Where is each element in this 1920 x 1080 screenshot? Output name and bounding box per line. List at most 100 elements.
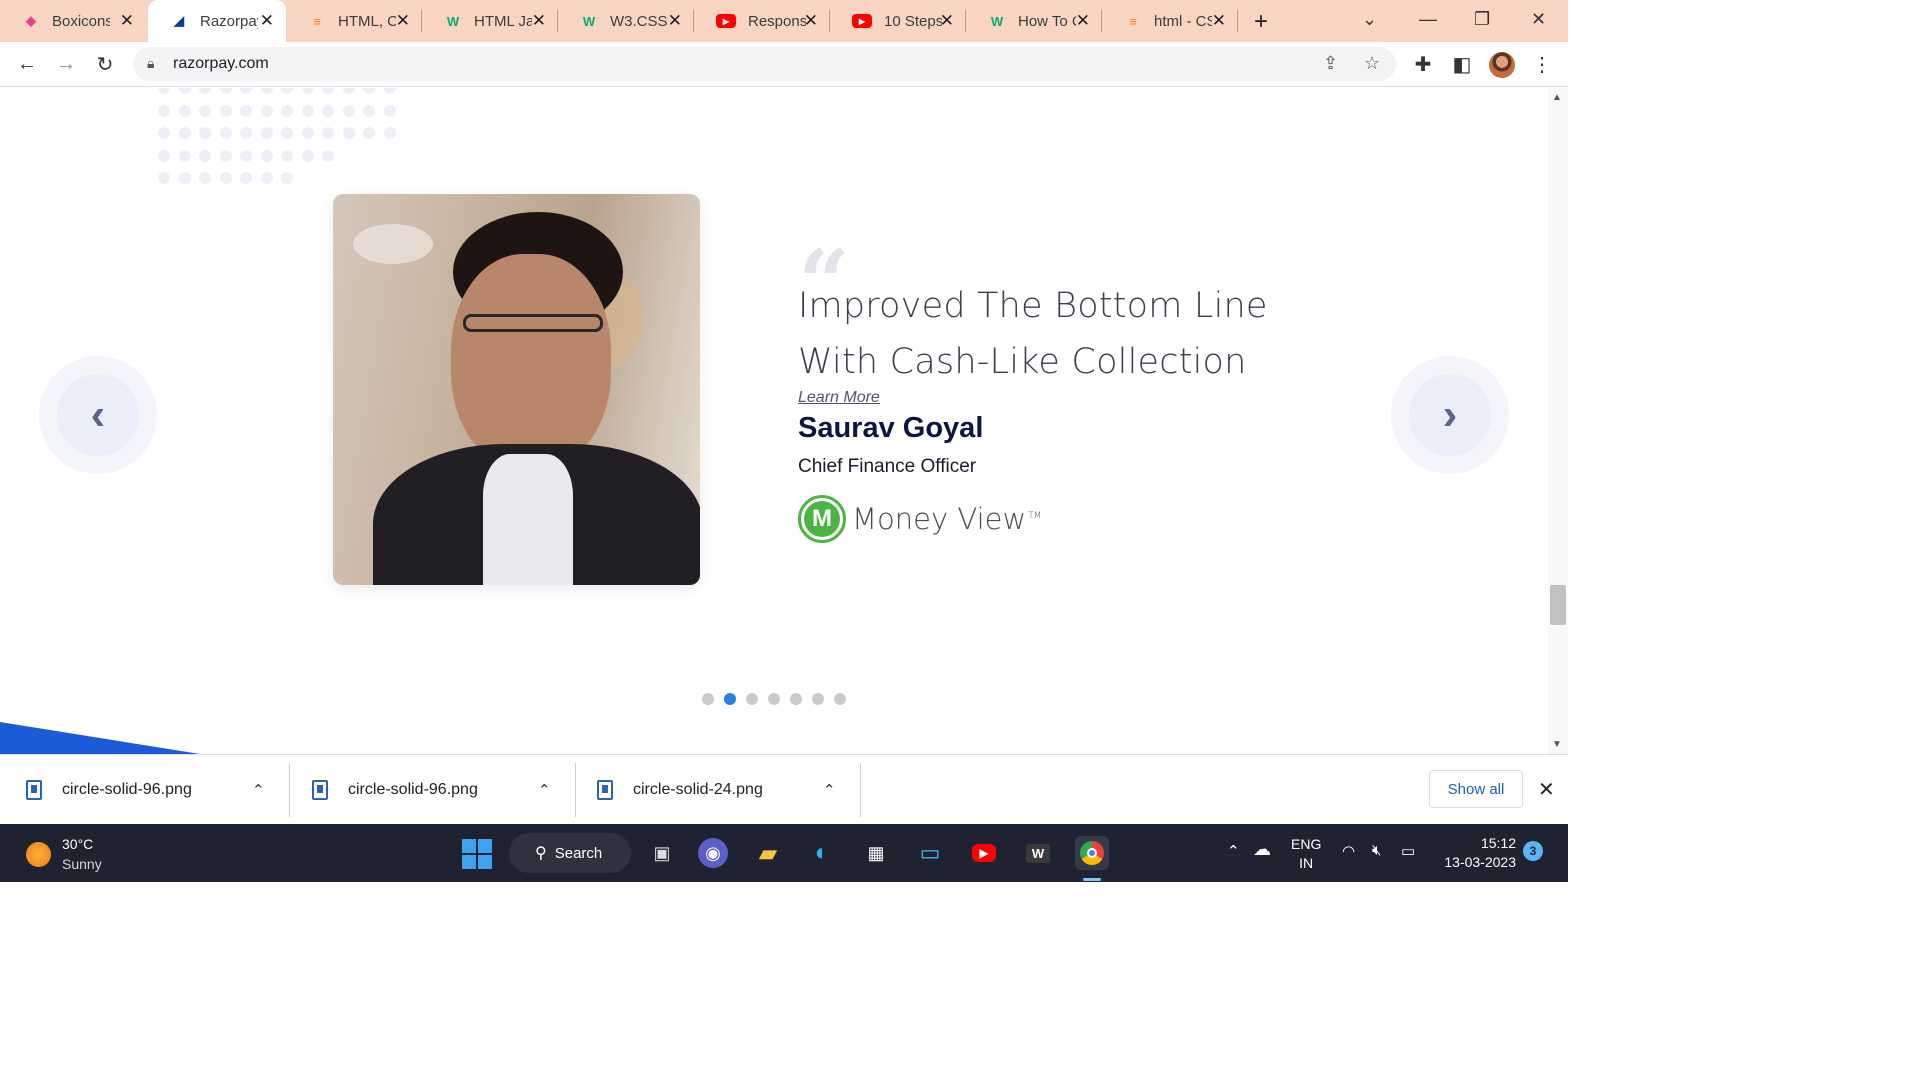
address-bar[interactable]: 🔒︎ razorpay.com ⇪ ☆	[133, 47, 1396, 81]
close-tab-icon[interactable]: ✕	[668, 12, 682, 30]
tab-10-steps[interactable]: ▶ 10 Steps ✕	[830, 0, 966, 42]
chevron-up-icon[interactable]: ⌃	[538, 781, 551, 799]
decorative-dot	[219, 88, 232, 94]
restore-button[interactable]: ❐	[1474, 9, 1490, 30]
close-shelf-icon[interactable]: ✕	[1538, 777, 1555, 802]
decorative-dot	[383, 88, 396, 94]
share-icon[interactable]: ⇪	[1323, 53, 1338, 74]
reload-icon[interactable]: ↻	[92, 51, 118, 77]
chevron-up-icon[interactable]: ⌃	[1227, 842, 1240, 860]
word-app-icon[interactable]: W	[1021, 836, 1055, 870]
close-tab-icon[interactable]: ✕	[396, 12, 410, 30]
tab-search-icon[interactable]: ⌄	[1362, 9, 1377, 30]
chevron-up-icon[interactable]: ⌃	[823, 781, 836, 799]
page-scrollbar[interactable]: ▲ ▼	[1548, 88, 1568, 754]
close-tab-icon[interactable]: ✕	[120, 12, 134, 30]
decorative-dot	[301, 149, 314, 162]
back-icon[interactable]: ←	[14, 51, 40, 77]
active-app-indicator	[1083, 878, 1101, 881]
scrollbar-thumb[interactable]	[1550, 585, 1566, 625]
quote-line-2: With Cash-Like Collection	[798, 342, 1247, 382]
carousel-dot[interactable]	[768, 693, 780, 705]
tab-title: Razorpay	[200, 12, 258, 30]
youtube-app-icon[interactable]: ▶	[967, 836, 1001, 870]
close-tab-icon[interactable]: ✕	[1076, 12, 1090, 30]
carousel-dot[interactable]	[746, 693, 758, 705]
microsoft-store-icon[interactable]: ▦	[859, 836, 893, 870]
url-text[interactable]: razorpay.com	[173, 55, 269, 73]
tab-responsive[interactable]: ▶ Responsi ✕	[694, 0, 830, 42]
taskbar-search[interactable]: ⚲ Search	[509, 833, 631, 873]
testimonial-quote: Improved The Bottom Line With Cash-Like …	[798, 278, 1318, 390]
system-clock[interactable]: 15:12 13-03-2023	[1440, 834, 1516, 872]
chevron-up-icon[interactable]: ⌃	[252, 781, 265, 799]
onedrive-cloud-icon[interactable]: ☁	[1253, 839, 1271, 860]
wifi-icon[interactable]: ◠	[1342, 842, 1355, 860]
new-tab-button[interactable]: +	[1254, 8, 1268, 36]
decorative-dot	[281, 127, 293, 139]
scroll-up-icon[interactable]: ▲	[1552, 92, 1562, 103]
forward-icon[interactable]: →	[53, 51, 79, 77]
extensions-icon[interactable]: ✚	[1410, 51, 1436, 77]
carousel-dot[interactable]	[702, 693, 714, 705]
decorative-dot	[178, 104, 191, 117]
download-item[interactable]: circle-solid-96.png ⌃	[26, 755, 290, 825]
carousel-dot[interactable]	[724, 693, 736, 705]
decorative-dot	[240, 149, 252, 162]
decorative-dot	[322, 127, 334, 139]
divider	[289, 763, 290, 817]
show-all-button[interactable]: Show all	[1429, 770, 1523, 808]
close-window-button[interactable]: ✕	[1531, 9, 1546, 30]
decorative-dot	[322, 149, 334, 162]
download-filename: circle-solid-24.png	[633, 781, 763, 798]
remote-desktop-icon[interactable]: ▭	[913, 836, 947, 870]
edge-browser-icon[interactable]: ◐	[805, 836, 839, 870]
teams-chat-icon[interactable]: ◉	[698, 838, 728, 868]
decorative-dot	[383, 127, 396, 139]
carousel-prev-button[interactable]: ‹	[39, 356, 157, 474]
language-indicator[interactable]: ENG IN	[1291, 835, 1321, 873]
tab-title: HTML Ja	[474, 12, 532, 30]
download-item[interactable]: circle-solid-24.png ⌃	[597, 755, 861, 825]
carousel-dot[interactable]	[790, 693, 802, 705]
carousel-dot[interactable]	[812, 693, 824, 705]
profile-avatar[interactable]	[1489, 52, 1515, 78]
tab-razorpay[interactable]: ◢ Razorpay ✕	[148, 0, 286, 42]
tab-html-cs[interactable]: ≡ html - CS ✕	[1102, 0, 1238, 42]
close-tab-icon[interactable]: ✕	[260, 12, 274, 30]
decorative-dot	[363, 88, 375, 94]
decorative-dot	[260, 172, 273, 184]
learn-more-link[interactable]: Learn More	[798, 389, 880, 407]
file-explorer-icon[interactable]: ▰	[751, 836, 785, 870]
speaker-muted-icon[interactable]: 🔇︎	[1372, 842, 1381, 859]
tab-boxicons[interactable]: ◆ Boxicons ✕	[0, 0, 146, 42]
battery-icon[interactable]: ▭	[1401, 842, 1415, 860]
download-item[interactable]: circle-solid-96.png ⌃	[312, 755, 576, 825]
tab-how-to[interactable]: W How To C ✕	[966, 0, 1102, 42]
task-view-icon[interactable]: ▣	[645, 836, 679, 870]
weather-widget[interactable]: 30°C Sunny	[26, 834, 102, 874]
bookmark-star-icon[interactable]: ☆	[1364, 53, 1380, 74]
windows-start-icon[interactable]	[462, 839, 492, 869]
carousel-next-button[interactable]: ›	[1391, 356, 1509, 474]
minimize-button[interactable]: —	[1419, 9, 1437, 30]
tab-html-ja[interactable]: W HTML Ja ✕	[422, 0, 558, 42]
notification-badge[interactable]: 3	[1523, 841, 1543, 861]
tab-separator	[1237, 10, 1238, 32]
close-tab-icon[interactable]: ✕	[804, 12, 818, 30]
stackoverflow-icon: ≡	[1129, 13, 1137, 29]
decorative-dot	[158, 149, 170, 162]
tab-w3css[interactable]: W W3.CSS S ✕	[558, 0, 694, 42]
decorative-dot	[199, 172, 211, 184]
lock-icon[interactable]: 🔒︎	[147, 55, 154, 72]
tab-html-css[interactable]: ≡ HTML, CSS ✕	[286, 0, 422, 42]
side-panel-icon[interactable]: ◧	[1449, 51, 1475, 77]
carousel-dot[interactable]	[834, 693, 846, 705]
scroll-down-icon[interactable]: ▼	[1552, 739, 1562, 750]
close-tab-icon[interactable]: ✕	[940, 12, 954, 30]
close-tab-icon[interactable]: ✕	[1212, 12, 1226, 30]
chrome-app-icon[interactable]	[1075, 836, 1109, 870]
menu-icon[interactable]: ⋮	[1529, 51, 1555, 77]
close-tab-icon[interactable]: ✕	[532, 12, 546, 30]
clock-time: 15:12	[1480, 835, 1516, 851]
